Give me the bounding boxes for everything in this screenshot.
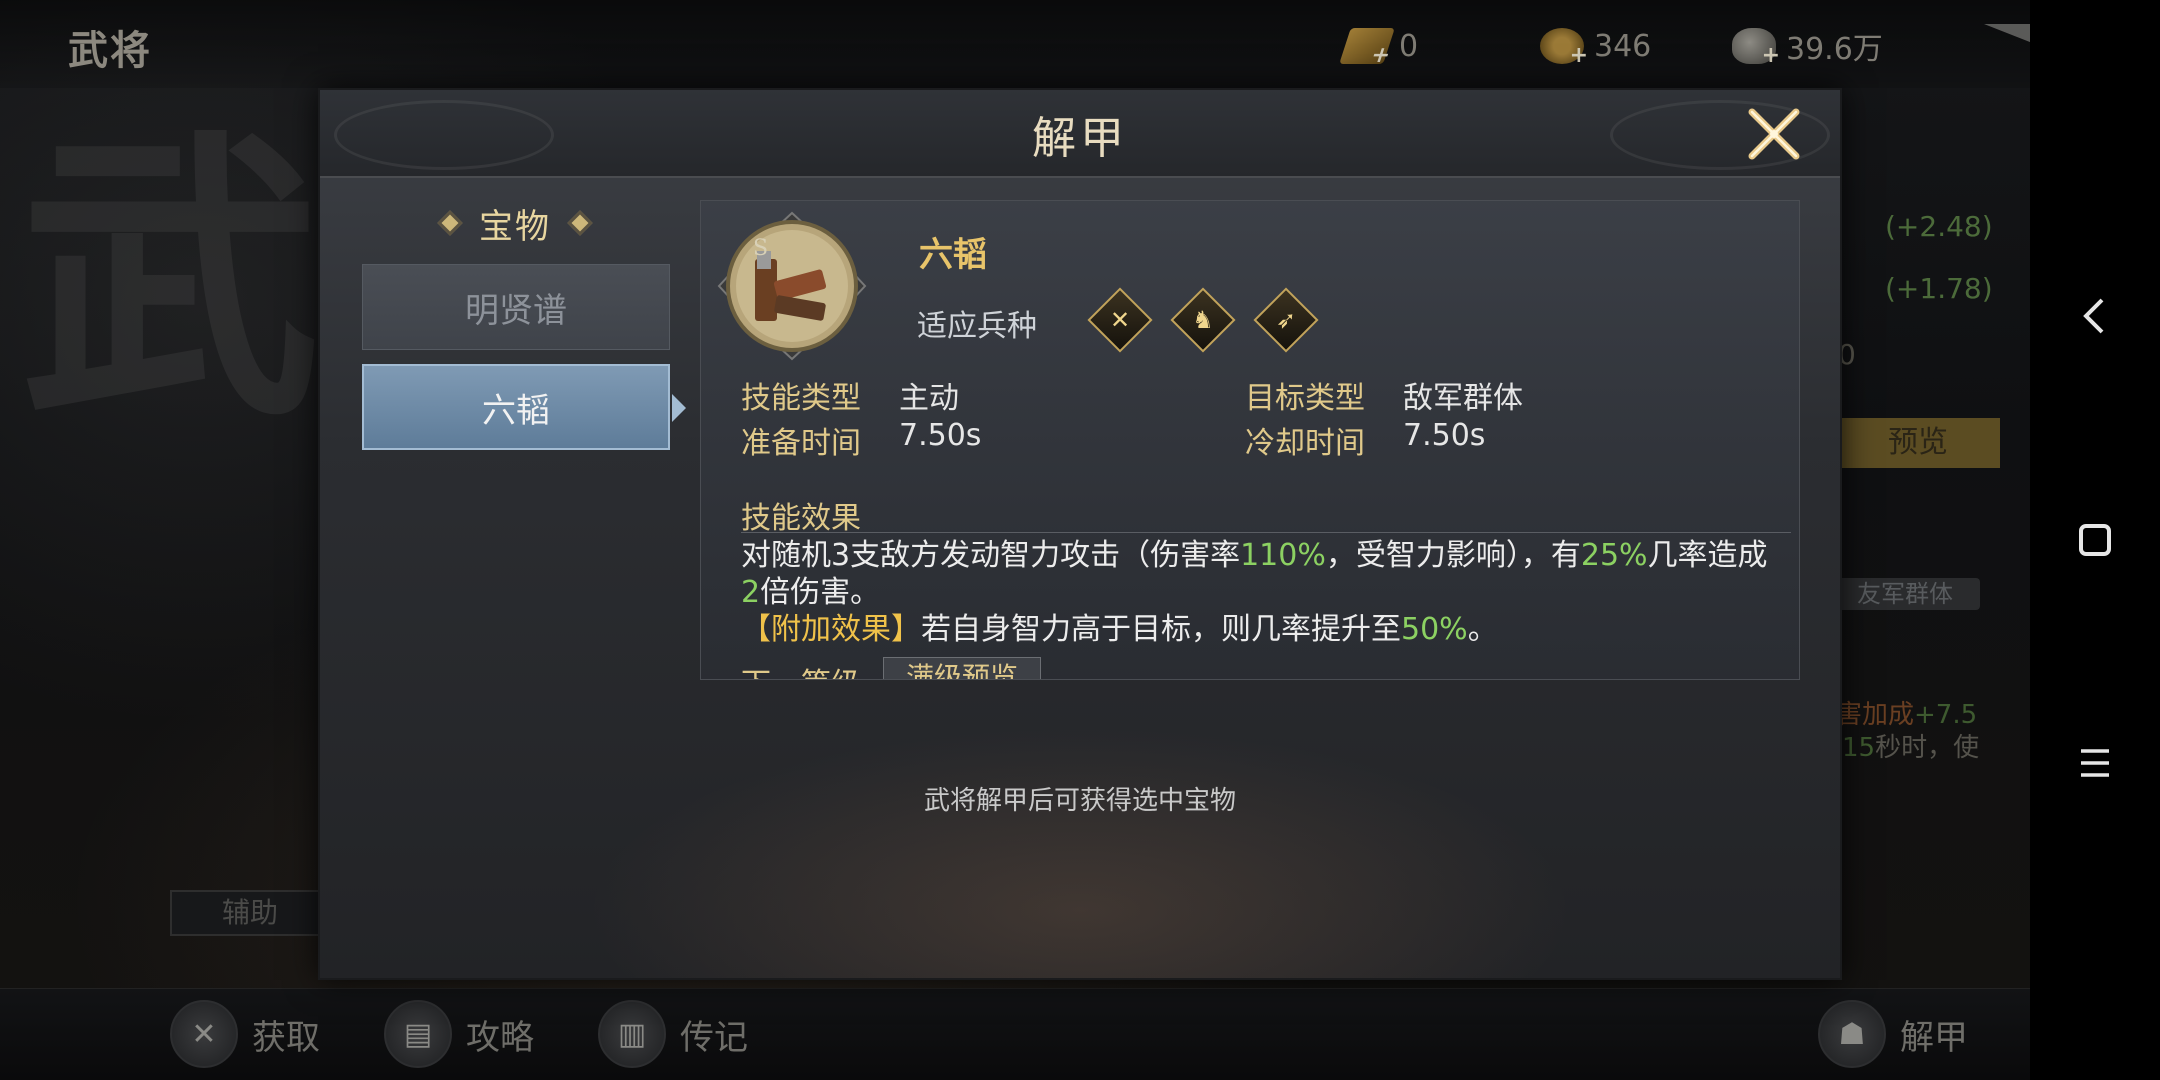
obtain-button[interactable]: ✕ 获取 bbox=[170, 999, 320, 1069]
effect-title: 技能效果 bbox=[741, 501, 861, 536]
nav-home-icon[interactable] bbox=[2030, 510, 2160, 570]
currency-silver[interactable]: + 39.6万 bbox=[1732, 26, 1883, 68]
page-title: 武将 bbox=[68, 28, 152, 74]
treasure-detail-panel: S 六韬 适应兵种 ✕ ♞ ➶ 技能类型 主动 目标类型 敌军群体 准备时间 7… bbox=[700, 200, 1800, 680]
obtain-label: 获取 bbox=[252, 1017, 320, 1058]
side-stat-1: (+2.48) bbox=[1885, 210, 1993, 243]
target-tag: 友军群体 bbox=[1830, 578, 1980, 610]
biography-label: 传记 bbox=[680, 1017, 748, 1058]
target-type-value: 敌军群体 bbox=[1403, 381, 1523, 416]
preview-button[interactable]: 预览 bbox=[1836, 418, 2000, 468]
currency-coin[interactable]: + 346 bbox=[1540, 26, 1652, 68]
max-level-preview-button[interactable]: 满级预览 bbox=[883, 657, 1041, 679]
category-item-mingxianpu[interactable]: 明贤谱 bbox=[362, 264, 670, 350]
unequip-button[interactable]: ☗ 解甲 bbox=[1818, 999, 1968, 1069]
prep-time-label: 准备时间 bbox=[741, 426, 861, 461]
obtain-icon: ✕ bbox=[170, 1000, 238, 1068]
currency-value: 0 bbox=[1399, 28, 1419, 64]
unequip-label: 解甲 bbox=[1900, 1017, 1968, 1058]
svg-text:S: S bbox=[753, 236, 768, 261]
silver-bag-icon: + bbox=[1732, 28, 1780, 68]
target-type-label: 目标类型 bbox=[1245, 381, 1365, 416]
system-nav-bar bbox=[2030, 0, 2160, 1080]
diamond-ornament-icon bbox=[567, 210, 593, 236]
treasure-scroll-icon: S bbox=[717, 211, 867, 361]
nav-menu-icon[interactable] bbox=[2030, 733, 2160, 793]
top-bar: 武将 + 0 + 346 + 39.6万 bbox=[0, 0, 2114, 88]
diamond-ornament-icon bbox=[437, 210, 463, 236]
dialog-header: 解甲 bbox=[320, 90, 1840, 178]
next-level-label: 下一等级 bbox=[741, 659, 861, 679]
bottom-toolbar: ✕ 获取 ▤ 攻略 ▥ 传记 ☗ 解甲 bbox=[0, 988, 2030, 1080]
currency-value: 346 bbox=[1594, 28, 1652, 64]
ingot-icon: + bbox=[1339, 28, 1395, 68]
assist-button[interactable]: 辅助 bbox=[170, 890, 330, 936]
close-icon[interactable] bbox=[1744, 104, 1804, 164]
skill-type-label: 技能类型 bbox=[741, 381, 861, 416]
nav-back-icon[interactable] bbox=[2030, 286, 2160, 346]
prep-time-value: 7.50s bbox=[899, 418, 982, 453]
side-effect-text-2: 15秒时，使 bbox=[1842, 733, 1980, 763]
biography-icon: ▥ bbox=[598, 1000, 666, 1068]
side-stat-2: (+1.78) bbox=[1885, 272, 1993, 305]
skill-type-value: 主动 bbox=[899, 381, 959, 416]
effect-divider bbox=[741, 532, 1791, 533]
spear-icon: ✕ bbox=[1087, 287, 1153, 353]
dialog-title: 解甲 bbox=[1032, 113, 1128, 164]
guide-button[interactable]: ▤ 攻略 bbox=[384, 999, 534, 1069]
unequip-hint: 武将解甲后可获得选中宝物 bbox=[923, 786, 1236, 816]
side-effect-text-1: 害加成+7.5 bbox=[1836, 700, 1978, 730]
biography-button[interactable]: ▥ 传记 bbox=[598, 999, 748, 1069]
effect-description: 对随机3支敌方发动智力攻击（伤害率110%，受智力影响），有25%几率造成2倍伤… bbox=[741, 538, 1768, 647]
currency-ingot[interactable]: + 0 bbox=[1339, 26, 1419, 68]
category-header: 宝物 bbox=[320, 198, 710, 248]
category-item-liutao[interactable]: 六韬 bbox=[362, 364, 670, 450]
coin-icon: + bbox=[1540, 28, 1588, 68]
cooldown-label: 冷却时间 bbox=[1245, 426, 1365, 461]
background-calligraphy: 武 bbox=[20, 130, 320, 456]
treasure-name: 六韬 bbox=[919, 235, 987, 275]
currency-value: 39.6万 bbox=[1786, 32, 1883, 67]
guide-label: 攻略 bbox=[466, 1017, 534, 1058]
cavalry-icon: ♞ bbox=[1170, 287, 1236, 353]
selected-arrow-icon bbox=[672, 394, 686, 422]
unequip-dialog: 解甲 宝物 明贤谱 六韬 S 六韬 适应兵种 ✕ ♞ ➶ 技能类型 主动 目标类… bbox=[318, 88, 1842, 980]
category-title: 宝物 bbox=[479, 206, 551, 247]
bow-icon: ➶ bbox=[1253, 287, 1319, 353]
unequip-icon: ☗ bbox=[1818, 1000, 1886, 1068]
guide-icon: ▤ bbox=[384, 1000, 452, 1068]
cooldown-value: 7.50s bbox=[1403, 418, 1486, 453]
troop-type-label: 适应兵种 bbox=[917, 309, 1037, 344]
